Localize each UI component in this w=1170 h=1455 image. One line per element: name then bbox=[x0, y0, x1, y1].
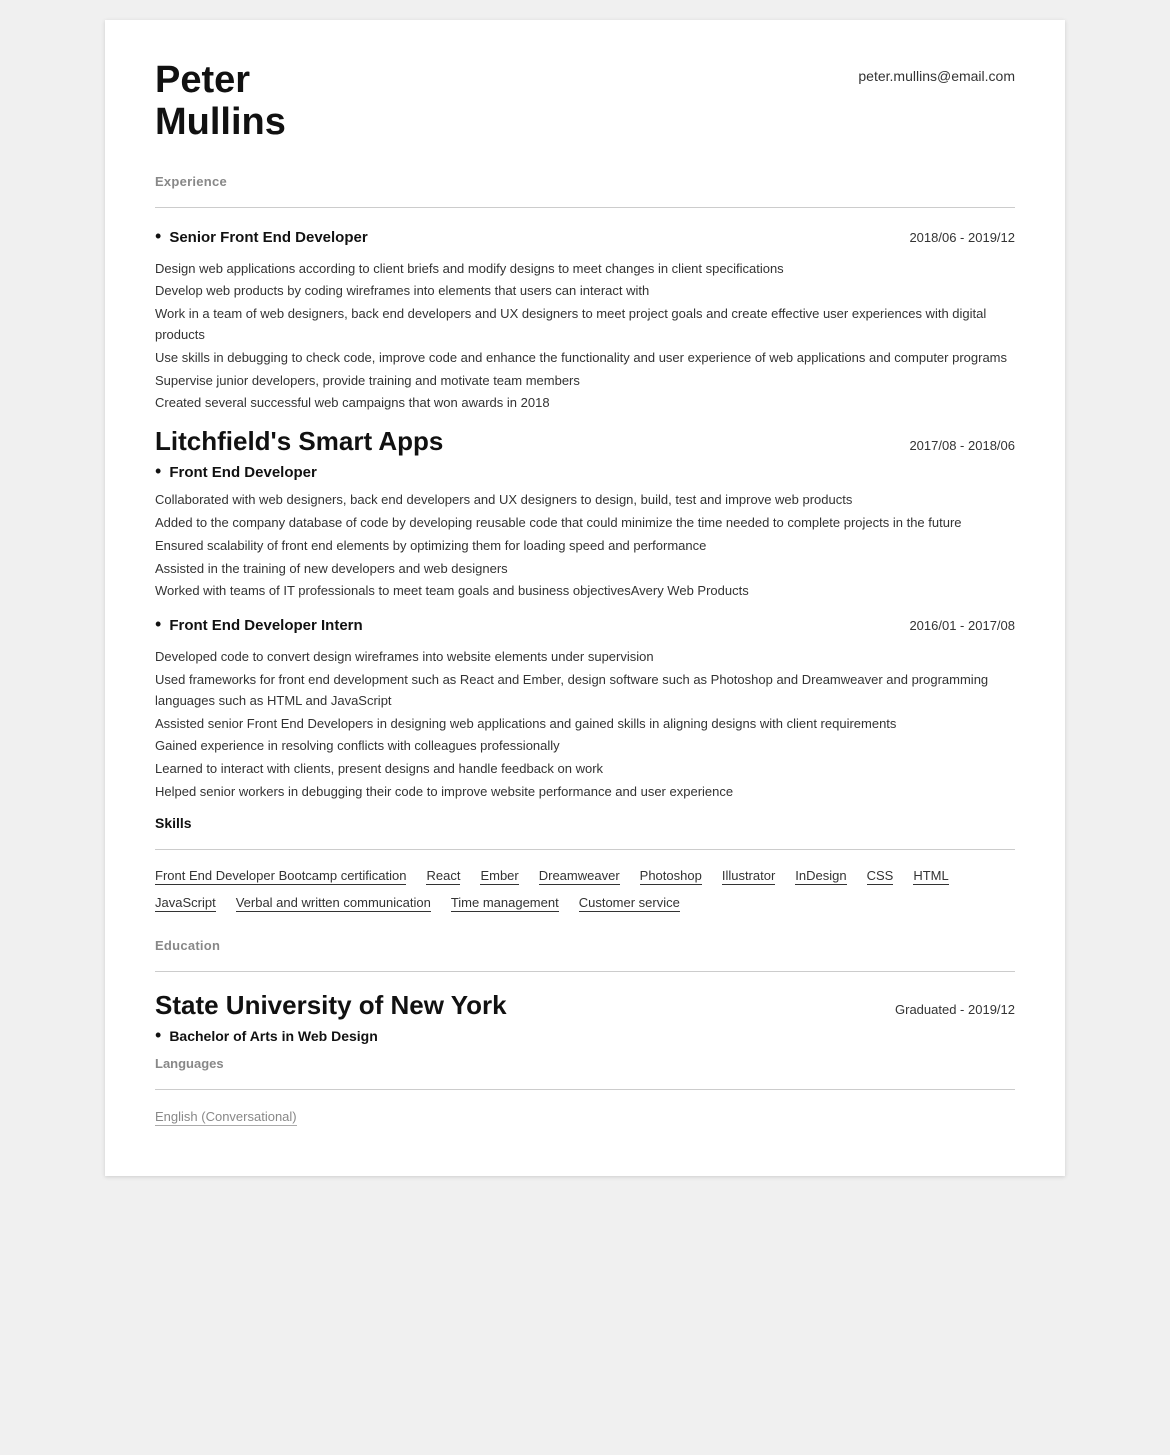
bullet-icon-3: • bbox=[155, 614, 161, 635]
skill-item: Time management bbox=[451, 895, 559, 912]
job2-date: 2017/08 - 2018/06 bbox=[909, 438, 1015, 453]
education-section: Education State University of New York G… bbox=[155, 938, 1015, 1126]
experience-section: Experience • Senior Front End Developer … bbox=[155, 174, 1015, 922]
job-entry-2: Litchfield's Smart Apps 2017/08 - 2018/0… bbox=[155, 426, 1015, 602]
job1-title: Senior Front End Developer bbox=[169, 229, 367, 246]
job1-date: 2018/06 - 2019/12 bbox=[909, 230, 1015, 245]
skills-divider bbox=[155, 849, 1015, 850]
job1-header-row: • Senior Front End Developer 2018/06 - 2… bbox=[155, 226, 1015, 255]
header: Peter Mullins peter.mullins@email.com bbox=[155, 60, 1015, 144]
degree-row: • Bachelor of Arts in Web Design bbox=[155, 1025, 1015, 1046]
languages-divider bbox=[155, 1089, 1015, 1090]
skill-item: CSS bbox=[867, 868, 894, 885]
job2-title: Front End Developer bbox=[169, 464, 317, 481]
skill-item: Dreamweaver bbox=[539, 868, 620, 885]
languages-label: Languages bbox=[155, 1056, 1015, 1071]
bullet-icon-2: • bbox=[155, 461, 161, 482]
skill-item: Verbal and written communication bbox=[236, 895, 431, 912]
skill-item: Customer service bbox=[579, 895, 680, 912]
experience-label: Experience bbox=[155, 174, 1015, 189]
job2-description: Collaborated with web designers, back en… bbox=[155, 490, 1015, 602]
skill-item: React bbox=[426, 868, 460, 885]
last-name: Mullins bbox=[155, 101, 286, 143]
skill-item: Photoshop bbox=[640, 868, 702, 885]
skills-list: Front End Developer Bootcamp certificati… bbox=[155, 868, 1015, 922]
job3-description: Developed code to convert design wirefra… bbox=[155, 647, 1015, 803]
job2-title-row: • Front End Developer bbox=[155, 461, 1015, 482]
skill-item: Ember bbox=[480, 868, 518, 885]
job3-date: 2016/01 - 2017/08 bbox=[909, 618, 1015, 633]
skills-label: Skills bbox=[155, 815, 1015, 831]
graduation-date: Graduated - 2019/12 bbox=[895, 1002, 1015, 1017]
bullet-icon-1: • bbox=[155, 226, 161, 247]
job1-description: Design web applications according to cli… bbox=[155, 259, 1015, 415]
job3-title: Front End Developer Intern bbox=[169, 617, 362, 634]
job3-title-row: • Front End Developer Intern bbox=[155, 614, 363, 635]
job3-header-row: • Front End Developer Intern 2016/01 - 2… bbox=[155, 614, 1015, 643]
first-name: Peter bbox=[155, 59, 250, 101]
job1-title-row: • Senior Front End Developer bbox=[155, 226, 368, 247]
resume-container: Peter Mullins peter.mullins@email.com Ex… bbox=[105, 20, 1065, 1176]
skill-item: InDesign bbox=[795, 868, 846, 885]
skill-item: Illustrator bbox=[722, 868, 775, 885]
language-item: English (Conversational) bbox=[155, 1109, 297, 1126]
school-name: State University of New York bbox=[155, 990, 507, 1021]
degree-title: Bachelor of Arts in Web Design bbox=[169, 1028, 377, 1044]
company2-name: Litchfield's Smart Apps bbox=[155, 426, 443, 457]
skills-section: Skills Front End Developer Bootcamp cert… bbox=[155, 815, 1015, 922]
job-entry-1: • Senior Front End Developer 2018/06 - 2… bbox=[155, 226, 1015, 415]
email-address: peter.mullins@email.com bbox=[858, 60, 1015, 84]
candidate-name: Peter Mullins bbox=[155, 60, 286, 144]
skill-item: JavaScript bbox=[155, 895, 216, 912]
job2-company-row: Litchfield's Smart Apps 2017/08 - 2018/0… bbox=[155, 426, 1015, 457]
education-divider bbox=[155, 971, 1015, 972]
degree-bullet-icon: • bbox=[155, 1025, 161, 1046]
education-label: Education bbox=[155, 938, 1015, 953]
job-entry-3: • Front End Developer Intern 2016/01 - 2… bbox=[155, 614, 1015, 803]
experience-divider bbox=[155, 207, 1015, 208]
skill-item: Front End Developer Bootcamp certificati… bbox=[155, 868, 406, 885]
school-row: State University of New York Graduated -… bbox=[155, 990, 1015, 1021]
skill-item: HTML bbox=[913, 868, 948, 885]
